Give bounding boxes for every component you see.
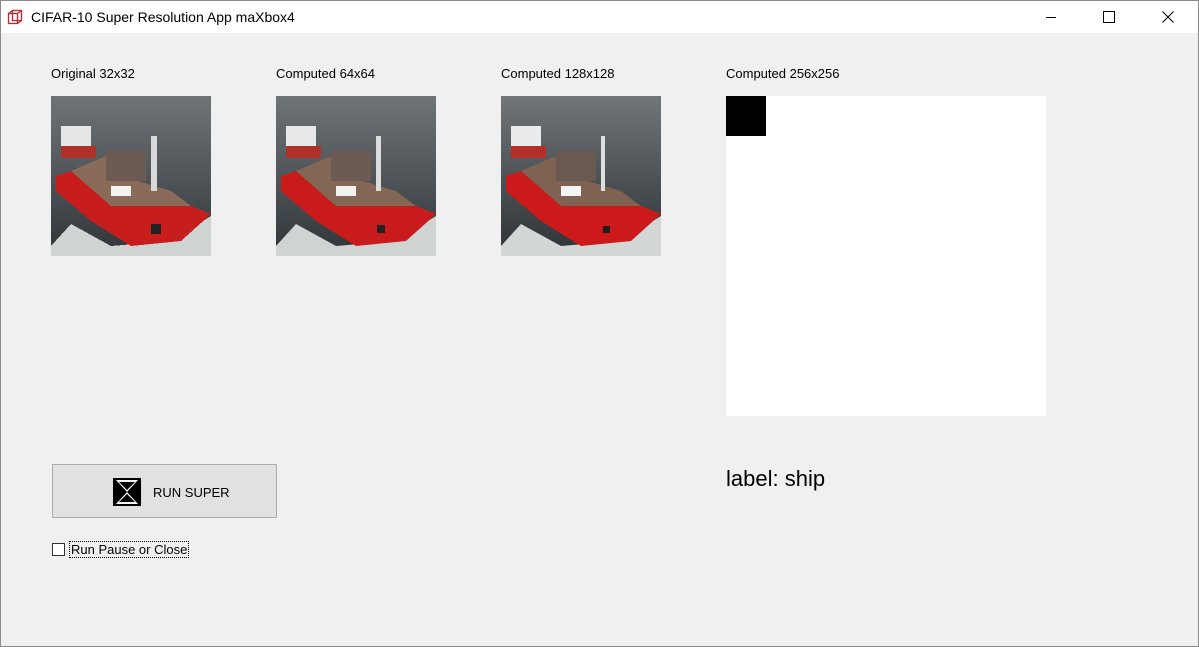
app-window: CIFAR-10 Super Resolution App maXbox4 Or… [0,0,1199,647]
computed-128-ship-image [501,96,661,256]
computed-64-ship-image [276,96,436,256]
caption-256: Computed 256x256 [726,66,840,81]
hourglass-x-icon [113,478,141,506]
maxbox-cube-icon [7,9,23,25]
title-bar[interactable]: CIFAR-10 Super Resolution App maXbox4 [1,1,1198,33]
checkbox-label: Run Pause or Close [69,540,190,558]
close-button[interactable] [1145,1,1191,33]
prediction-label: label: ship [726,466,826,491]
maximize-icon [1103,11,1115,23]
run-pause-close-checkbox[interactable]: Run Pause or Close [52,540,190,558]
caption-128: Computed 128x128 [501,66,615,81]
run-super-button[interactable]: RUN SUPER [52,464,277,518]
maximize-button[interactable] [1086,1,1132,33]
original-ship-image [51,96,211,256]
minimize-button[interactable] [1028,1,1074,33]
run-super-label: RUN SUPER [153,485,230,500]
window-title: CIFAR-10 Super Resolution App maXbox4 [31,9,295,25]
caption-64: Computed 64x64 [276,66,376,81]
computed-256-canvas [726,96,1046,416]
checkbox-box[interactable] [52,542,65,556]
caption-original: Original 32x32 [51,66,135,81]
canvas-black-block [726,96,766,136]
minimize-icon [1046,17,1056,18]
close-icon [1162,11,1174,23]
